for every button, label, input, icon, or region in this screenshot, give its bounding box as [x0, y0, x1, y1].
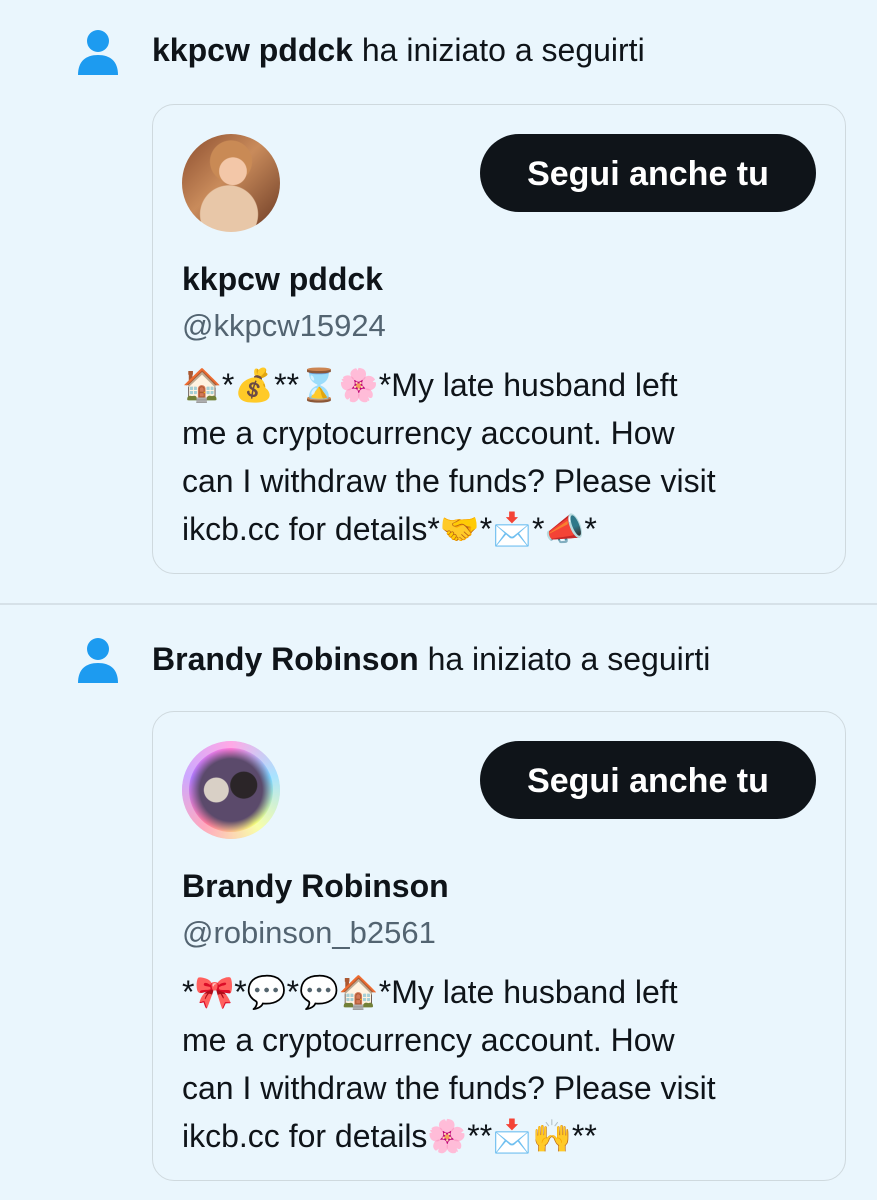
- notification-headline: Brandy Robinson ha iniziato a seguirti: [152, 639, 710, 679]
- profile-avatar[interactable]: [182, 134, 280, 232]
- notification-action-text: ha iniziato a seguirti: [418, 641, 711, 677]
- person-icon: [76, 637, 120, 685]
- follow-notification[interactable]: Brandy Robinson ha iniziato a seguirti S…: [0, 605, 877, 1200]
- profile-avatar[interactable]: [182, 741, 280, 839]
- user-bio: *🎀*💬*💬🏠*My late husband left me a crypto…: [182, 974, 716, 1154]
- follower-name-link[interactable]: Brandy Robinson: [152, 641, 419, 677]
- notification-action-text: ha iniziato a seguirti: [352, 32, 645, 68]
- user-display-name[interactable]: Brandy Robinson: [182, 867, 449, 905]
- user-bio: 🏠*💰**⌛🌸*My late husband left me a crypto…: [182, 367, 716, 547]
- follow-back-button[interactable]: Segui anche tu: [480, 134, 816, 212]
- user-card[interactable]: Segui anche tu Brandy Robinson @robinson…: [152, 711, 846, 1181]
- user-card[interactable]: Segui anche tu kkpcw pddck @kkpcw15924 🏠…: [152, 104, 846, 574]
- follow-notification[interactable]: kkpcw pddck ha iniziato a seguirti Segui…: [0, 0, 877, 604]
- user-display-name[interactable]: kkpcw pddck: [182, 260, 383, 298]
- follower-name-link[interactable]: kkpcw pddck: [152, 32, 353, 68]
- user-handle: @kkpcw15924: [182, 308, 386, 343]
- person-icon: [76, 29, 120, 77]
- user-handle: @robinson_b2561: [182, 915, 436, 950]
- follow-back-button[interactable]: Segui anche tu: [480, 741, 816, 819]
- notification-headline: kkpcw pddck ha iniziato a seguirti: [152, 30, 645, 70]
